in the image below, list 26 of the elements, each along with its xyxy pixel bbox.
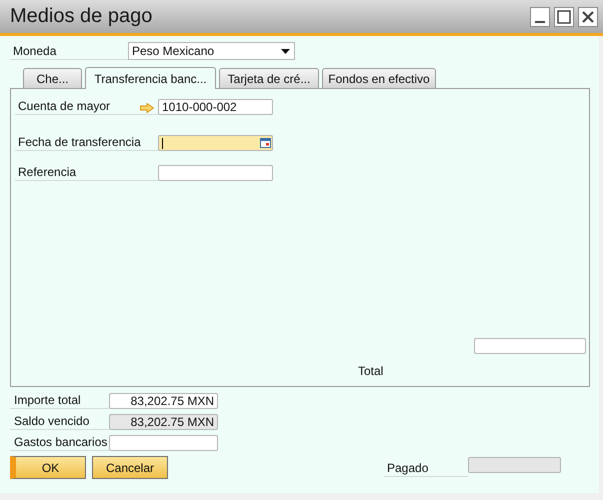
calendar-icon[interactable]	[260, 138, 271, 148]
tab[interactable]: Tarjeta de cré...	[219, 68, 319, 88]
close-button[interactable]	[578, 6, 598, 26]
input-field[interactable]: 1010-000-002	[158, 99, 273, 115]
amount-field[interactable]	[109, 435, 218, 451]
window-title: Medios de pago	[10, 5, 154, 28]
total-label: Total	[358, 364, 384, 378]
input-field[interactable]	[158, 165, 273, 181]
amount-field[interactable]: 83,202.75 MXN	[109, 393, 218, 409]
maximize-button[interactable]	[554, 6, 574, 26]
cancel-button[interactable]: Cancelar	[92, 456, 168, 479]
ok-button[interactable]: OK	[10, 456, 86, 479]
caret-icon	[281, 48, 290, 54]
field-label: Fecha de transferencia	[15, 135, 158, 151]
close-icon	[582, 10, 594, 22]
currency-dropdown[interactable]: Peso Mexicano	[128, 42, 295, 60]
date-field[interactable]	[158, 135, 273, 151]
amount-field: 83,202.75 MXN	[109, 414, 218, 430]
minimize-icon	[535, 20, 545, 22]
minimize-button[interactable]	[530, 6, 550, 26]
maximize-icon	[557, 10, 571, 24]
tab[interactable]: Fondos en efectivo	[322, 68, 436, 88]
tab[interactable]: Che...	[23, 68, 82, 88]
text-cursor	[162, 138, 163, 148]
field-label: Referencia	[15, 165, 158, 181]
tab[interactable]: Transferencia banc...	[85, 67, 216, 89]
